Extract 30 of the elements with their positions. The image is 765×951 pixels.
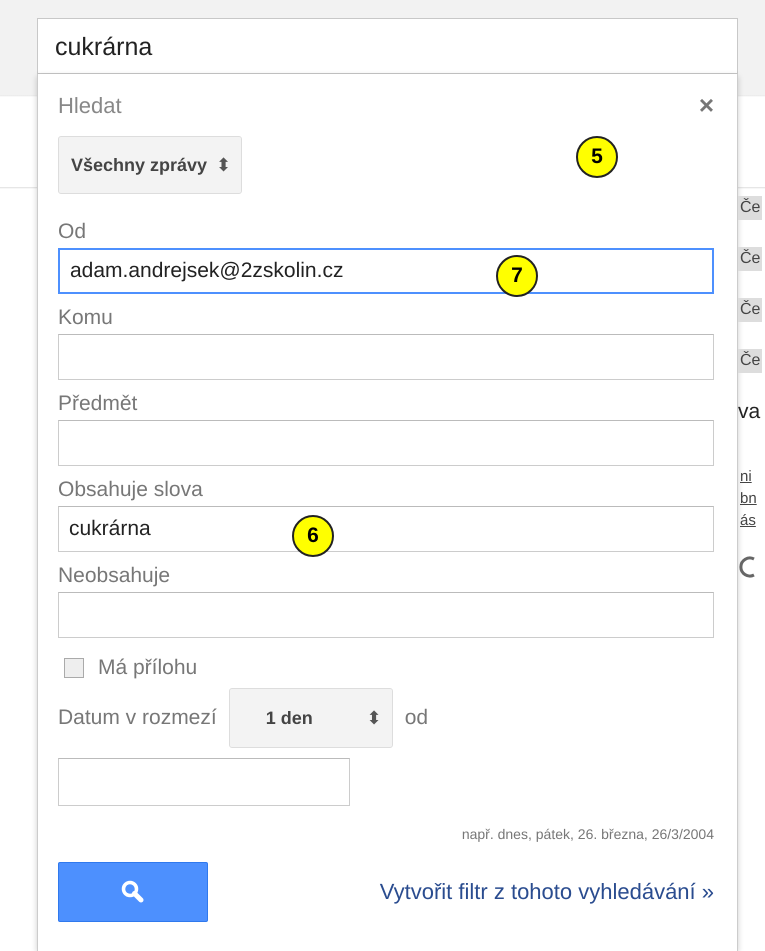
label-chip[interactable]: Če [738, 196, 762, 220]
label-chip[interactable]: Če [738, 247, 762, 271]
label-chip[interactable]: Če [738, 298, 762, 322]
search-icon [120, 879, 146, 905]
input-field[interactable] [58, 592, 714, 638]
field-label: Neobsahuje [58, 564, 172, 588]
date-from-label: od [404, 706, 428, 730]
create-filter-link[interactable]: Vytvořit filtr z tohoto vyhledávání » [380, 879, 714, 905]
field-label: Komu [58, 306, 114, 330]
link-fragment[interactable]: bn [740, 488, 757, 510]
close-button[interactable]: × [698, 90, 714, 121]
checkbox-label: Má přílohu [98, 656, 198, 680]
checkbox[interactable] [64, 658, 84, 678]
field-label: Předmět [58, 392, 138, 416]
field-label: Od [58, 220, 88, 244]
text-fragment: va [738, 400, 760, 424]
link-fragment[interactable]: ás [740, 510, 756, 532]
field-label: Obsahuje slova [58, 478, 204, 502]
date-range-label: Datum v rozmezí [58, 706, 217, 730]
label-chip[interactable]: Če [738, 349, 762, 373]
input-field[interactable] [58, 420, 714, 466]
input-field[interactable] [58, 334, 714, 380]
search-button[interactable] [58, 862, 208, 922]
search-field[interactable]: cukrárna [37, 18, 738, 74]
date-input-field[interactable] [58, 758, 350, 806]
panel-title: Hledat [58, 92, 122, 118]
date-hint: např. dnes, pátek, 26. března, 26/3/2004 [460, 826, 714, 842]
link-fragment[interactable]: ni [740, 466, 752, 488]
scope-select[interactable]: Všechny zprávy ⬍ [58, 136, 242, 194]
range-select[interactable]: 1 den ⬍ [228, 688, 393, 748]
